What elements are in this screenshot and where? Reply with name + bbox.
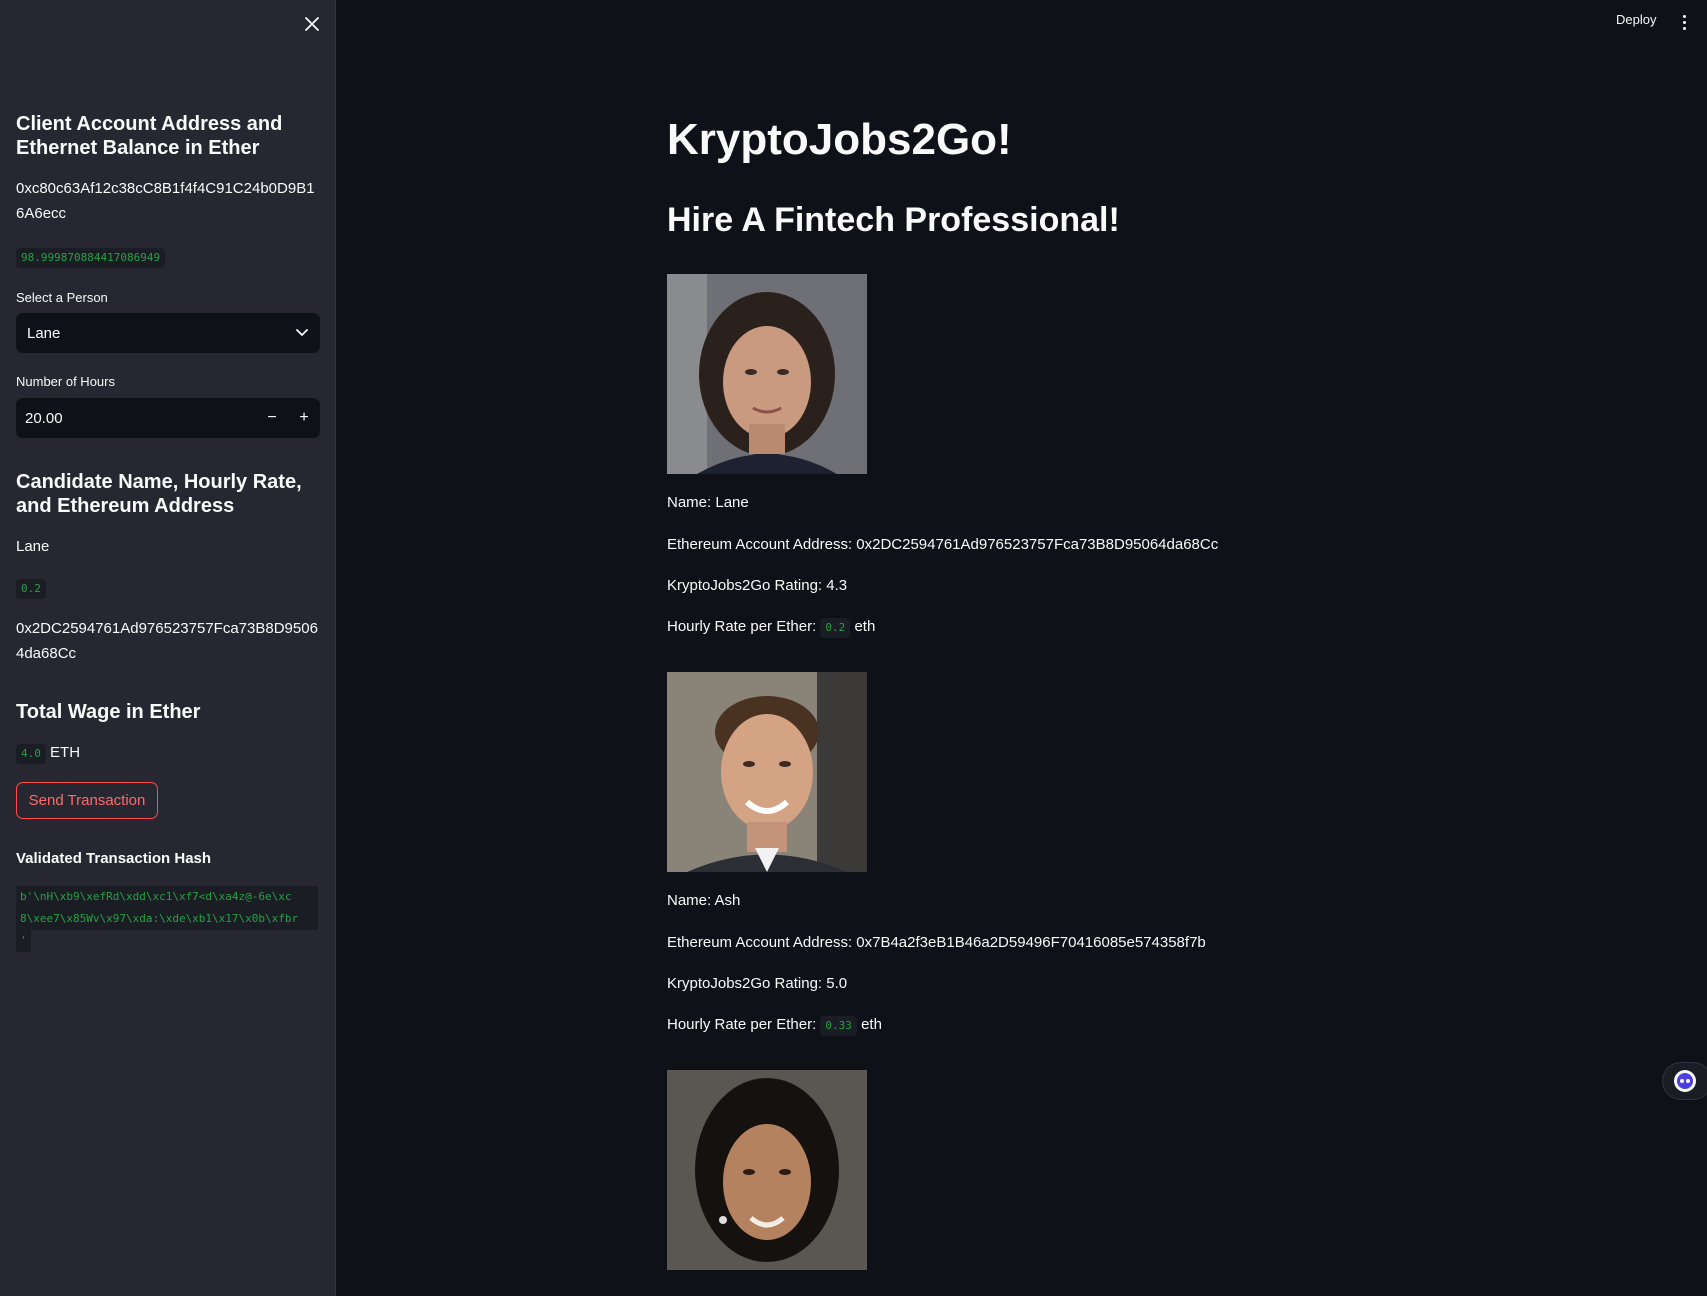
account-heading: Client Account Address and Ethernet Bala… [16,113,283,159]
candidate-address: Ethereum Account Address: 0x7B4a2f3eB1B4… [667,934,1206,951]
page-title: KryptoJobs2Go! [667,115,1012,164]
candidate-address: 0x2DC2594761Ad976523757Fca73B8D95064da68… [16,620,318,662]
wage-unit: ETH [50,744,81,761]
balance-value: 98.999870884417086949 [16,248,166,268]
person-select-value: Lane [27,324,61,342]
hash-heading: Validated Transaction Hash [16,850,212,867]
rate-value: 0.33 [820,1016,857,1036]
sidebar: Client Account Address and Ethernet Bala… [0,0,336,1296]
candidate-rate-row: Hourly Rate per Ether: 0.2 eth [667,616,875,638]
wage-value: 4.0 [16,744,46,764]
hours-input[interactable]: 20.00 [16,410,256,427]
candidate-address: Ethereum Account Address: 0x2DC2594761Ad… [667,536,1219,553]
wage-row: 4.0 ETH [16,740,320,765]
increment-button[interactable]: + [288,398,320,438]
candidate-rating: KryptoJobs2Go Rating: 5.0 [667,975,848,992]
select-person-label: Select a Person [16,290,108,305]
wage-heading: Total Wage in Ether [16,701,201,723]
rate-label: Hourly Rate per Ether: [667,1016,817,1033]
rate-value: 0.2 [820,618,851,638]
chat-bot-icon [1674,1070,1696,1092]
send-transaction-button[interactable]: Send Transaction [16,782,158,819]
client-account-address: 0xc80c63Af12c38cC8B1f4f4C91C24b0D9B16A6e… [16,180,315,222]
candidate-heading: Candidate Name, Hourly Rate, and Ethereu… [16,471,302,517]
candidate-rate: 0.2 [16,579,46,599]
hash-line: ' [16,930,31,952]
candidate-photo-lane [667,274,867,474]
hash-line: b'\nH\xb9\xefRd\xdd\xc1\xf7<d\xa4z@-6e\x… [16,886,318,908]
chat-bot-button[interactable] [1662,1062,1707,1100]
rate-unit: eth [854,618,876,635]
candidate-rate-row: Hourly Rate per Ether: 0.33 eth [667,1014,882,1036]
close-icon [305,17,319,31]
hash-line: 8\xee7\x85Wv\x97\xda:\xde\xb1\x17\x0b\xf… [16,908,318,930]
kebab-menu-icon[interactable] [1676,10,1692,34]
rate-unit: eth [861,1016,882,1033]
candidate-name: Name: Ash [667,892,741,909]
page-subtitle: Hire A Fintech Professional! [667,201,1120,239]
candidate-rating: KryptoJobs2Go Rating: 4.3 [667,577,848,594]
decrement-button[interactable]: − [256,398,288,438]
candidate-rate-row: 0.2 [16,575,320,600]
candidate-name: Name: Lane [667,494,749,511]
hours-label: Number of Hours [16,374,115,389]
close-sidebar-button[interactable] [300,12,324,36]
candidate-name: Lane [16,538,50,555]
hours-number-input: 20.00 − + [16,398,320,438]
candidate-photo-ash [667,672,867,872]
person-select[interactable]: Lane [16,313,320,353]
deploy-button[interactable]: Deploy [1616,12,1656,27]
candidate-photo [667,1070,867,1270]
chevron-down-icon [296,329,308,336]
balance-row: 98.999870884417086949 [16,244,320,269]
transaction-hash: b'\nH\xb9\xefRd\xdd\xc1\xf7<d\xa4z@-6e\x… [16,886,318,961]
rate-label: Hourly Rate per Ether: [667,618,817,635]
